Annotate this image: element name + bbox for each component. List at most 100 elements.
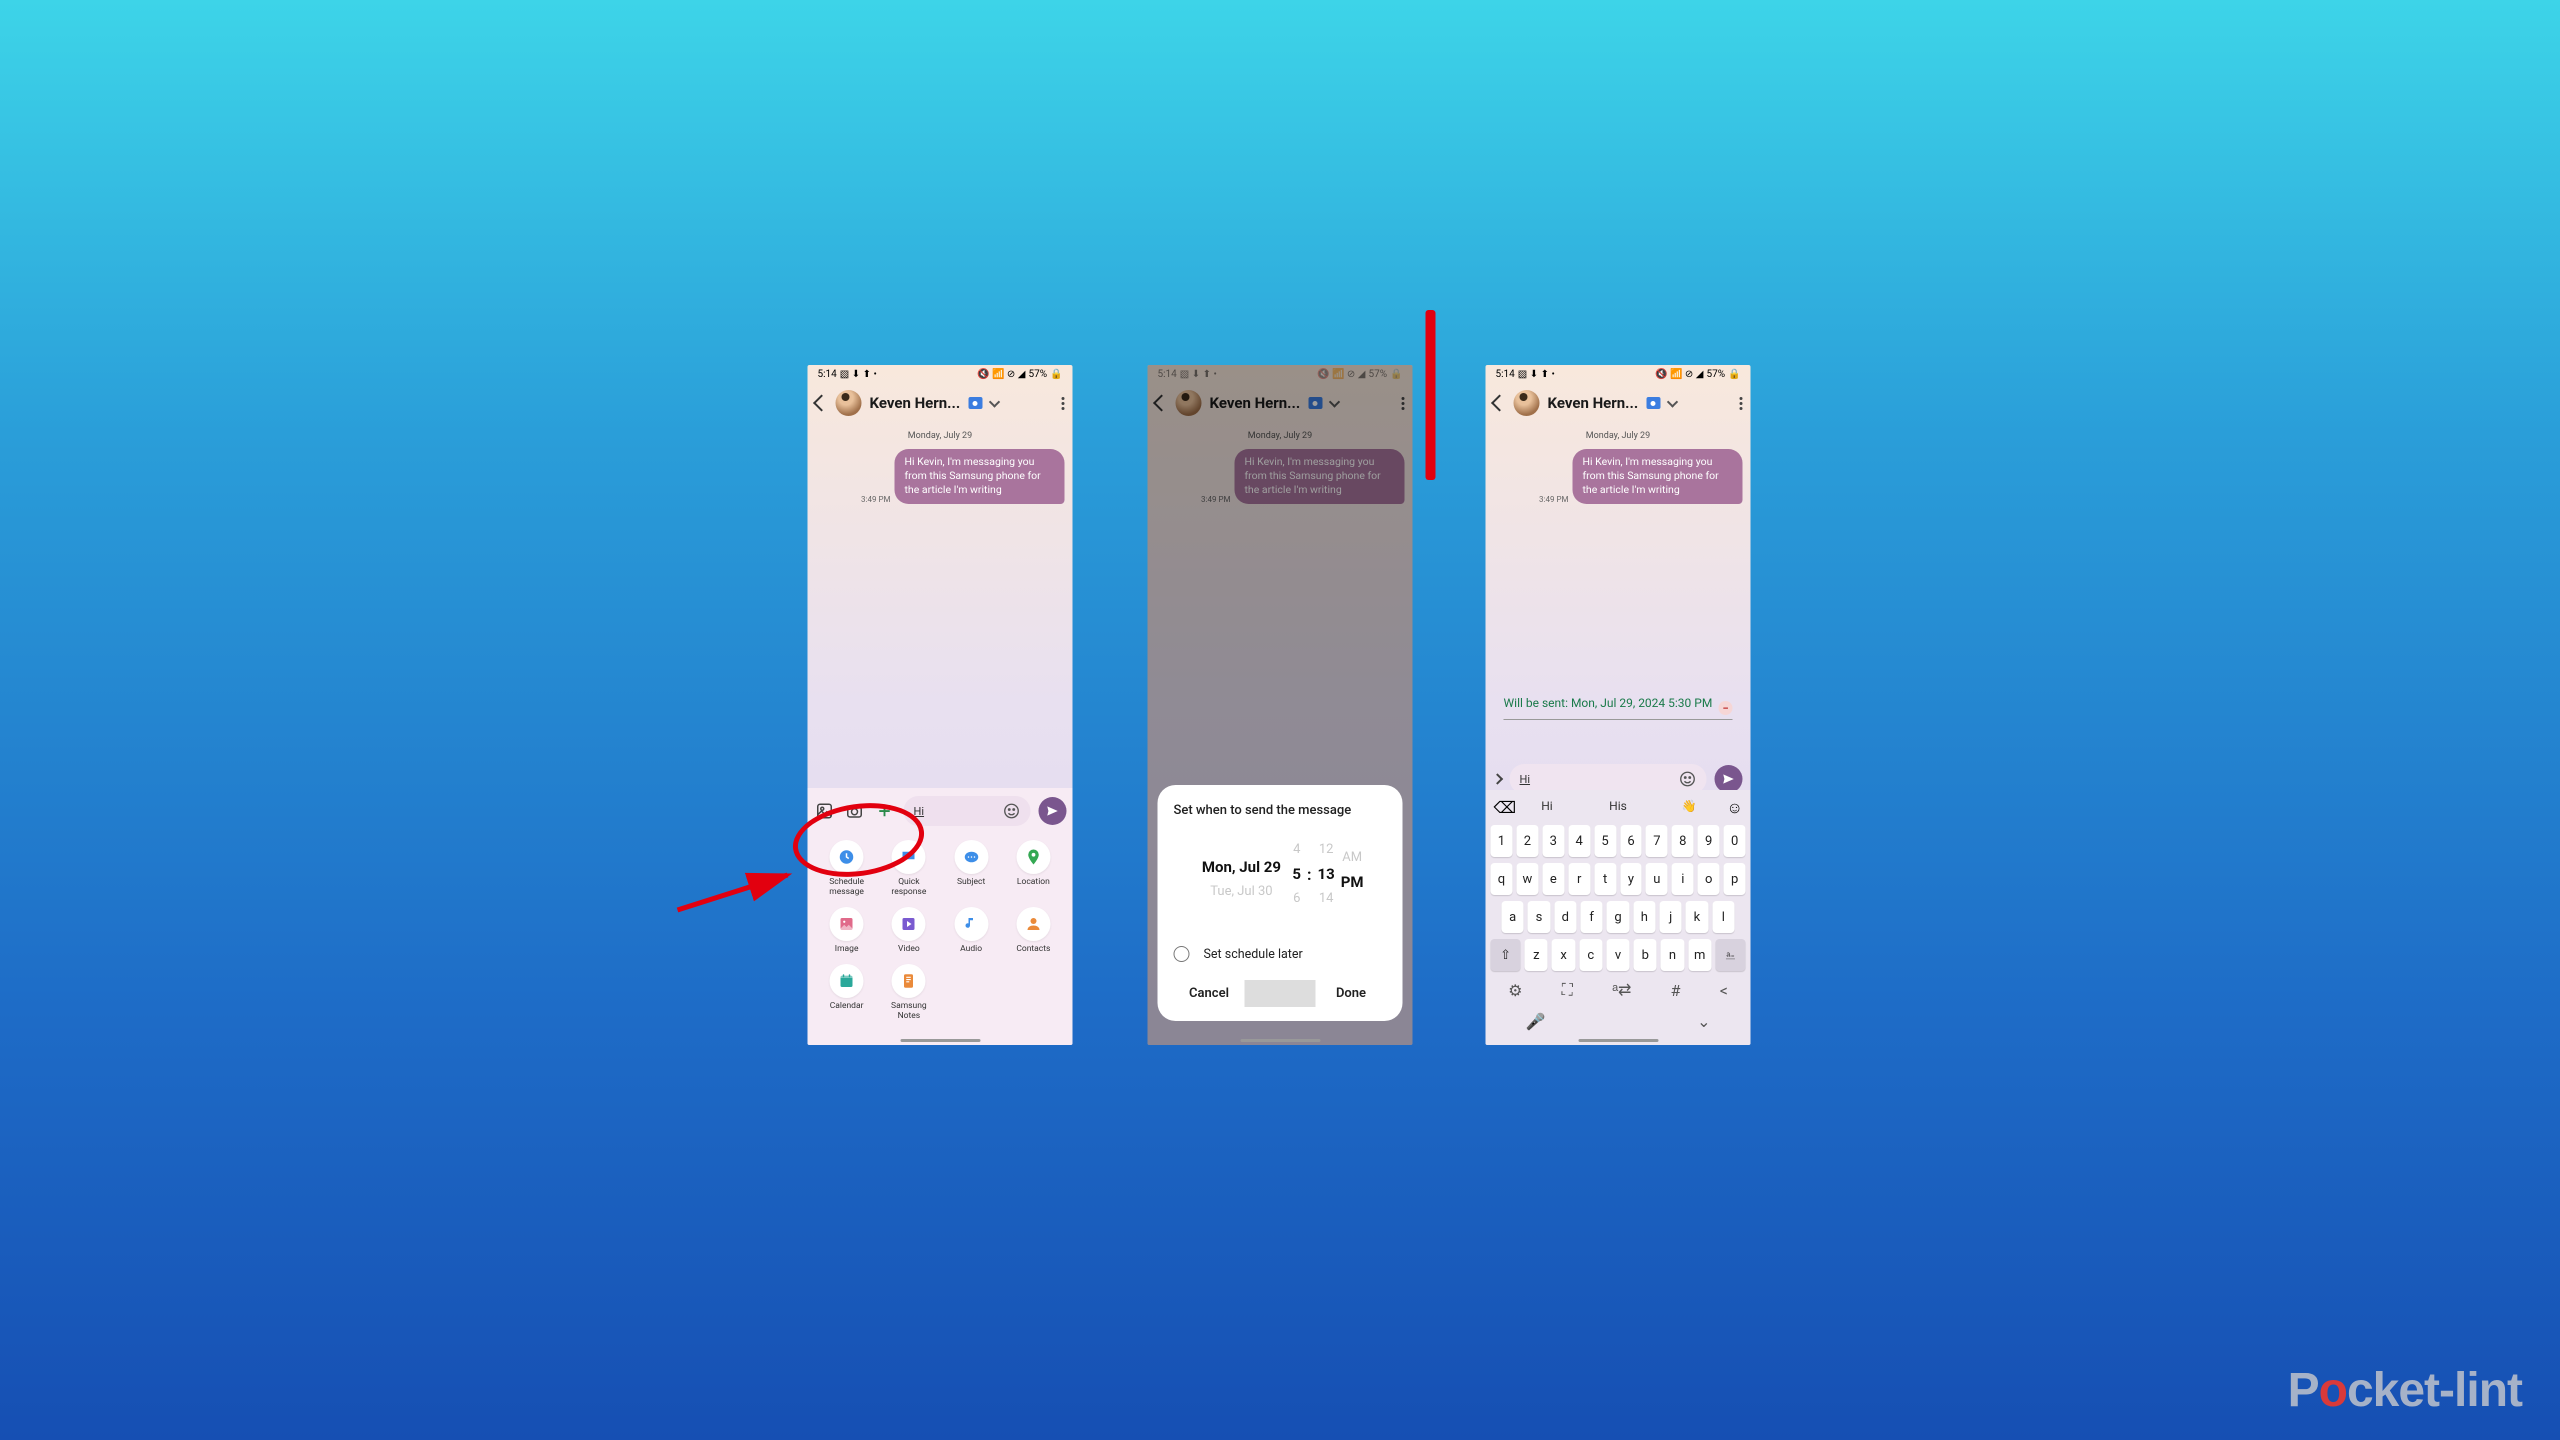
key-7[interactable]: 7: [1646, 825, 1668, 857]
key-q[interactable]: q: [1491, 863, 1513, 895]
attach-contacts[interactable]: Contacts: [1004, 907, 1062, 954]
avatar[interactable]: [1514, 390, 1540, 416]
sheet-title: Set when to send the message: [1174, 803, 1387, 818]
message-input[interactable]: Hi: [904, 796, 1031, 826]
keyboard-settings-icon[interactable]: ⚙: [1508, 981, 1522, 1000]
status-bar: 5:14▧ ⬇ ⬆ • 🔇 📶 ⊘ ◢57%🔒: [808, 365, 1073, 383]
contact-source-icon: [968, 397, 982, 409]
cancel-button[interactable]: Cancel: [1174, 980, 1245, 1007]
key-g[interactable]: g: [1607, 901, 1629, 933]
key-c[interactable]: c: [1579, 939, 1602, 971]
key-b[interactable]: b: [1634, 939, 1657, 971]
attach-calendar[interactable]: Calendar: [818, 964, 876, 1021]
emoji-icon[interactable]: [1679, 770, 1697, 788]
message-row: 3:49 PM Hi Kevin, I'm messaging you from…: [816, 449, 1065, 504]
avatar[interactable]: [836, 390, 862, 416]
more-icon[interactable]: [1740, 397, 1743, 410]
key-6[interactable]: 6: [1620, 825, 1642, 857]
gallery-button[interactable]: [814, 800, 836, 822]
chevron-down-icon[interactable]: [989, 396, 1000, 407]
nav-handle: [1578, 1039, 1658, 1042]
attach-image[interactable]: Image: [818, 907, 876, 954]
key-f[interactable]: f: [1580, 901, 1602, 933]
key-extract-text[interactable]: ⎁: [1715, 939, 1745, 971]
key-i[interactable]: i: [1672, 863, 1694, 895]
chevron-down-icon[interactable]: [1667, 396, 1678, 407]
keyboard-hash-icon[interactable]: #: [1671, 981, 1681, 1000]
contact-name: Keven Hern...: [870, 394, 961, 412]
key-v[interactable]: v: [1606, 939, 1629, 971]
schedule-time-text: Will be sent: Mon, Jul 29, 2024 5:30 PM: [1504, 695, 1733, 711]
key-2[interactable]: 2: [1516, 825, 1538, 857]
key-0[interactable]: 0: [1724, 825, 1746, 857]
key-shift[interactable]: ⇧: [1491, 939, 1521, 971]
schedule-banner: Will be sent: Mon, Jul 29, 2024 5:30 PM: [1504, 695, 1733, 720]
backspace-suggest-icon[interactable]: ⌫: [1494, 798, 1510, 814]
key-l[interactable]: l: [1712, 901, 1734, 933]
back-icon[interactable]: [813, 395, 830, 412]
key-k[interactable]: k: [1686, 901, 1708, 933]
key-s[interactable]: s: [1528, 901, 1550, 933]
phone-screenshot-2: 5:14▧ ⬇ ⬆ • 🔇 📶 ⊘ ◢57%🔒 Keven Hern... Mo…: [1148, 365, 1413, 1045]
key-w[interactable]: w: [1516, 863, 1538, 895]
radio-unchecked-icon[interactable]: [1174, 946, 1190, 962]
minute-selected: 13: [1318, 857, 1335, 891]
key-m[interactable]: m: [1688, 939, 1711, 971]
key-4[interactable]: 4: [1568, 825, 1590, 857]
key-5[interactable]: 5: [1594, 825, 1616, 857]
collapse-keyboard-icon[interactable]: ⌄: [1697, 1012, 1710, 1031]
attach-subject[interactable]: Subject: [942, 840, 1000, 897]
key-p[interactable]: p: [1724, 863, 1746, 895]
suggestion-2[interactable]: His: [1585, 799, 1652, 813]
key-x[interactable]: x: [1552, 939, 1575, 971]
message-time: 3:49 PM: [861, 495, 890, 504]
attach-location[interactable]: Location: [1004, 840, 1062, 897]
key-n[interactable]: n: [1661, 939, 1684, 971]
keyboard-scan-icon[interactable]: ⛶: [1562, 980, 1573, 1000]
attach-quick-response[interactable]: Quick response: [880, 840, 938, 897]
clock: 5:14: [818, 369, 837, 380]
key-o[interactable]: o: [1698, 863, 1720, 895]
key-z[interactable]: z: [1525, 939, 1548, 971]
keyboard-share-icon[interactable]: <: [1720, 981, 1728, 1000]
schedule-sheet: Set when to send the message Mon, Jul 29…: [1158, 785, 1403, 1021]
more-icon[interactable]: [1062, 397, 1065, 410]
keyboard-translate-icon[interactable]: ᵃ⇄: [1612, 980, 1631, 1000]
back-icon[interactable]: [1491, 395, 1508, 412]
key-row-top: qwertyuiop: [1486, 860, 1751, 898]
key-a[interactable]: a: [1502, 901, 1524, 933]
phone-screenshot-3: 5:14▧ ⬇ ⬆ • 🔇 📶 ⊘ ◢57%🔒 Keven Hern... Mo…: [1486, 365, 1751, 1045]
key-h[interactable]: h: [1633, 901, 1655, 933]
set-schedule-later-row[interactable]: Set schedule later: [1174, 946, 1387, 962]
key-3[interactable]: 3: [1542, 825, 1564, 857]
key-e[interactable]: e: [1542, 863, 1564, 895]
attach-schedule-message[interactable]: Schedule message: [818, 840, 876, 897]
key-t[interactable]: t: [1594, 863, 1616, 895]
suggestion-3[interactable]: 👋: [1656, 799, 1723, 813]
key-d[interactable]: d: [1554, 901, 1576, 933]
key-9[interactable]: 9: [1698, 825, 1720, 857]
contact-name: Keven Hern...: [1548, 394, 1639, 412]
key-8[interactable]: 8: [1672, 825, 1694, 857]
camera-button[interactable]: [844, 800, 866, 822]
plus-button[interactable]: [874, 800, 896, 822]
attach-samsung-notes[interactable]: Samsung Notes: [880, 964, 938, 1021]
send-button[interactable]: [1039, 797, 1067, 825]
key-y[interactable]: y: [1620, 863, 1642, 895]
sticker-suggest-icon[interactable]: ☺: [1727, 798, 1743, 814]
key-u[interactable]: u: [1646, 863, 1668, 895]
key-r[interactable]: r: [1568, 863, 1590, 895]
mic-icon[interactable]: 🎤: [1526, 1012, 1546, 1031]
attach-video[interactable]: Video: [880, 907, 938, 954]
done-button[interactable]: Done: [1316, 980, 1387, 1007]
expand-icon[interactable]: [1492, 773, 1503, 784]
cancel-schedule-button[interactable]: [1719, 701, 1733, 715]
watermark: Pocket-lint: [2288, 1363, 2522, 1418]
key-j[interactable]: j: [1659, 901, 1681, 933]
attach-audio[interactable]: Audio: [942, 907, 1000, 954]
datetime-picker[interactable]: Mon, Jul 29 Tue, Jul 30 4 5 6 : 12 13 14…: [1174, 842, 1387, 906]
suggestion-1[interactable]: Hi: [1514, 799, 1581, 813]
key-1[interactable]: 1: [1491, 825, 1513, 857]
emoji-icon[interactable]: [1003, 802, 1021, 820]
send-button[interactable]: [1715, 765, 1743, 793]
